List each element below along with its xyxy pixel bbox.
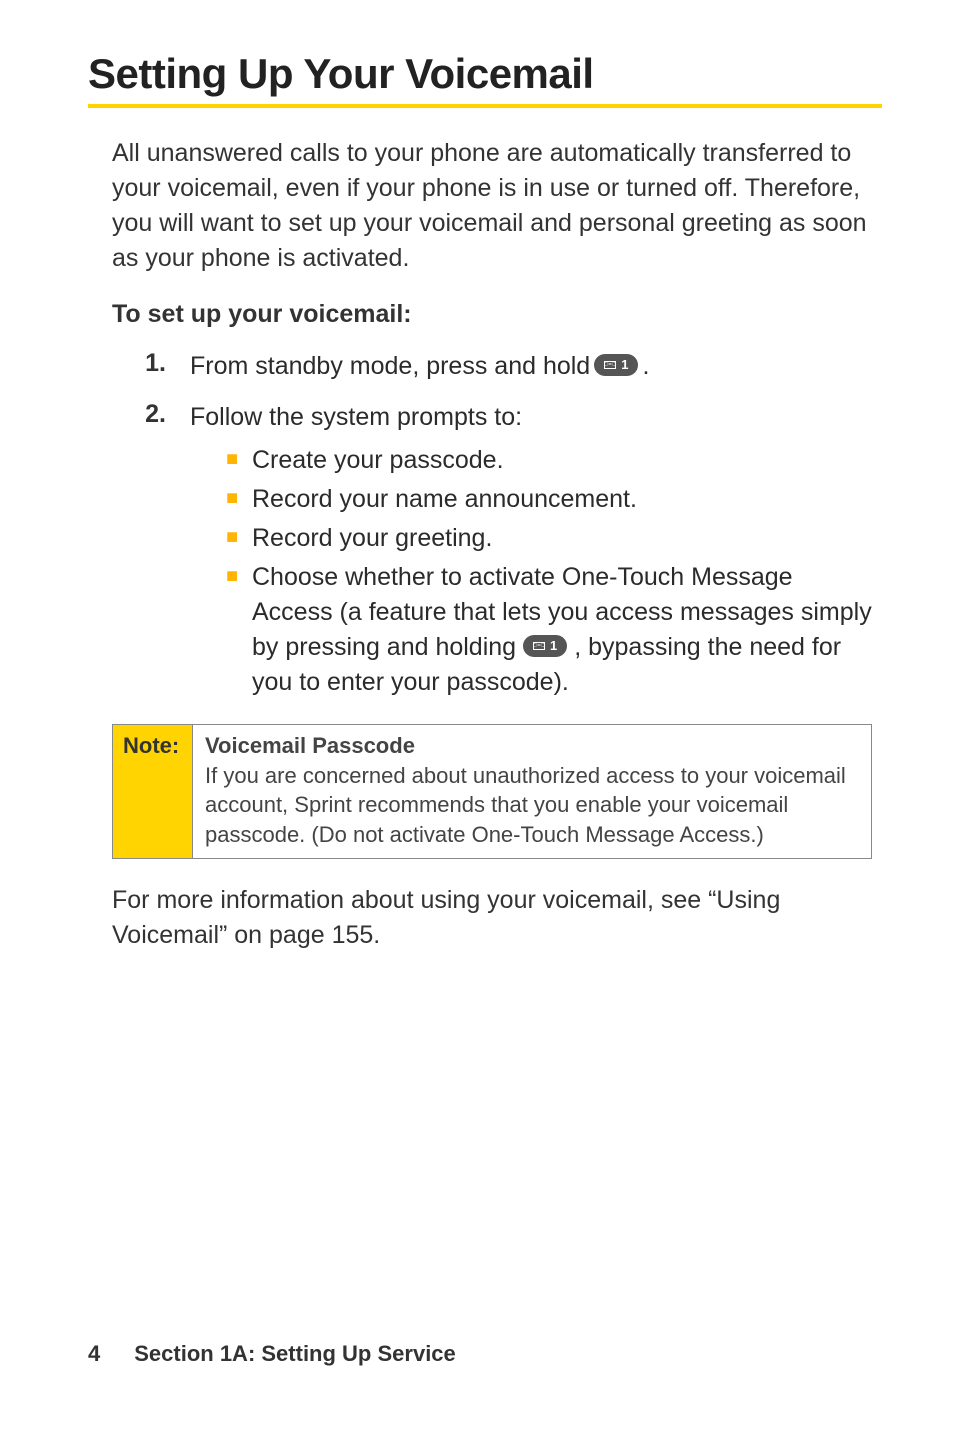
key-digit: 1: [550, 635, 557, 657]
step-1: 1. From standby mode, press and hold 1 .: [138, 349, 872, 384]
list-item: ■ Choose whether to activate One-Touch M…: [226, 560, 872, 700]
intro-paragraph: All unanswered calls to your phone are a…: [112, 136, 872, 276]
bullet-2-text: Record your name announcement.: [252, 482, 872, 517]
envelope-icon: [604, 361, 616, 369]
note-box: Note: Voicemail Passcode If you are conc…: [112, 724, 872, 859]
key-digit: 1: [621, 354, 628, 376]
list-item: ■ Create your passcode.: [226, 443, 872, 478]
note-body: If you are concerned about unauthorized …: [205, 763, 846, 847]
bullet-icon: ■: [226, 482, 240, 517]
step-2-text: Follow the system prompts to:: [190, 403, 522, 431]
voicemail-key-icon: 1: [594, 354, 638, 376]
note-title: Voicemail Passcode: [205, 733, 415, 758]
bullet-icon: ■: [226, 521, 240, 556]
step-1-body: From standby mode, press and hold 1 .: [190, 349, 872, 384]
list-item: ■ Record your greeting.: [226, 521, 872, 556]
section-label: Section 1A: Setting Up Service: [134, 1341, 456, 1367]
page-footer: 4 Section 1A: Setting Up Service: [88, 1341, 456, 1367]
note-label: Note:: [113, 725, 193, 858]
bullet-icon: ■: [226, 560, 240, 700]
bullet-3-text: Record your greeting.: [252, 521, 872, 556]
step-2-body: Follow the system prompts to: ■ Create y…: [190, 400, 872, 704]
envelope-icon: [533, 642, 545, 650]
title-underline: [88, 104, 882, 108]
bullet-4-body: Choose whether to activate One-Touch Mes…: [252, 560, 872, 700]
step-2-number: 2.: [138, 400, 166, 704]
list-item: ■ Record your name announcement.: [226, 482, 872, 517]
step-1-text-a: From standby mode, press and hold: [190, 349, 590, 384]
subhead: To set up your voicemail:: [112, 300, 882, 329]
step-2-bullets: ■ Create your passcode. ■ Record your na…: [226, 443, 872, 700]
bullet-1-text: Create your passcode.: [252, 443, 872, 478]
bullet-icon: ■: [226, 443, 240, 478]
page-number: 4: [88, 1341, 100, 1367]
steps-list: 1. From standby mode, press and hold 1 .…: [138, 349, 872, 704]
outro-paragraph: For more information about using your vo…: [112, 883, 872, 953]
step-1-number: 1.: [138, 349, 166, 384]
note-content: Voicemail Passcode If you are concerned …: [193, 725, 871, 858]
step-1-text-b: .: [642, 349, 649, 384]
step-2: 2. Follow the system prompts to: ■ Creat…: [138, 400, 872, 704]
page-title: Setting Up Your Voicemail: [88, 50, 882, 98]
voicemail-key-icon: 1: [523, 635, 567, 657]
